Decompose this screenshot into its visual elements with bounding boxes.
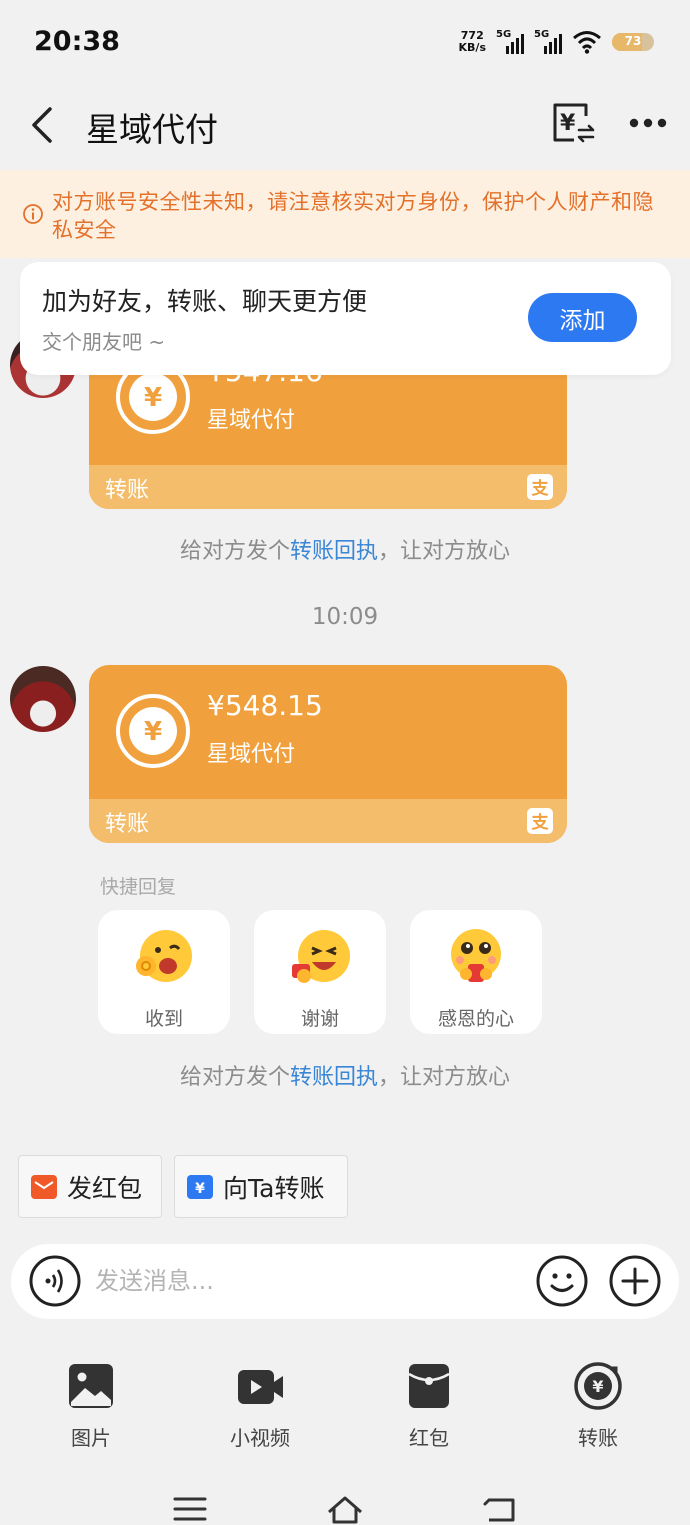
image-icon xyxy=(69,1364,113,1408)
net-speed-unit: KB/s xyxy=(458,41,486,54)
grateful-emoji-icon xyxy=(451,929,501,982)
hint-text: ，让对方放心 xyxy=(378,539,511,564)
tool-video[interactable]: 小视频 xyxy=(205,1362,315,1462)
chat-title: 星域代付 xyxy=(86,110,218,149)
transfer-icon: ¥ xyxy=(574,1362,622,1410)
receipt-link[interactable]: 转账回执 xyxy=(290,539,378,564)
net-speed: 772 KB/s xyxy=(459,30,486,54)
send-red-packet-button[interactable]: 发红包 xyxy=(18,1155,162,1218)
transfer-amount: ¥548.15 xyxy=(207,689,323,722)
red-packet-icon xyxy=(408,1364,450,1408)
transfer-yuan-icon: ¥ xyxy=(116,694,190,768)
transfer-to-ta-button[interactable]: ¥ 向Ta转账 xyxy=(174,1155,348,1218)
tool-red-packet[interactable]: 红包 xyxy=(374,1362,484,1462)
quick-reply-text: 收到 xyxy=(144,1008,183,1030)
transfer-type: 转账 xyxy=(105,812,150,837)
hint-text: ，让对方放心 xyxy=(378,1065,511,1090)
signal-icon: 5G xyxy=(496,29,524,54)
emoji-icon[interactable] xyxy=(535,1254,589,1308)
receipt-link[interactable]: 转账回执 xyxy=(290,1065,378,1090)
quick-reply-label: 快捷回复 xyxy=(100,876,177,898)
receipt-hint: 给对方发个转账回执，让对方放心 xyxy=(0,533,690,565)
status-icons: 772 KB/s 5G 5G 73 xyxy=(459,26,654,58)
transfer-payee: 星域代付 xyxy=(207,408,296,433)
signal-icon: 5G xyxy=(534,29,562,54)
video-icon xyxy=(238,1370,283,1404)
tool-transfer[interactable]: ¥ 转账 xyxy=(543,1362,653,1462)
svg-text:¥: ¥ xyxy=(144,383,162,413)
info-icon xyxy=(23,204,43,224)
hint-text: 给对方发个 xyxy=(179,539,290,564)
back-nav-icon[interactable] xyxy=(481,1494,521,1524)
ellipsis-icon[interactable] xyxy=(628,114,668,132)
receipt-hint: 给对方发个转账回执，让对方放心 xyxy=(0,1059,690,1091)
quick-reply-text: 谢谢 xyxy=(300,1008,339,1030)
add-friend-title: 加为好友，转账、聊天更方便 xyxy=(42,287,368,316)
message-time: 10:09 xyxy=(311,604,379,630)
security-warning: 对方账号安全性未知，请注意核实对方身份，保护个人财产和隐私安全 xyxy=(0,170,690,258)
svg-text:¥: ¥ xyxy=(560,111,576,136)
plus-icon[interactable] xyxy=(608,1254,662,1308)
svg-text:¥: ¥ xyxy=(592,1377,603,1396)
thanks-emoji-icon xyxy=(292,930,350,983)
quick-reply-text: 感恩的心 xyxy=(437,1008,514,1030)
signal-label: 5G xyxy=(496,29,512,40)
svg-text:¥: ¥ xyxy=(195,1181,205,1196)
message-input[interactable] xyxy=(95,1260,515,1302)
tool-image[interactable]: 图片 xyxy=(36,1362,146,1462)
red-packet-icon xyxy=(31,1174,57,1199)
avatar[interactable] xyxy=(10,666,76,732)
add-friend-subtitle: 交个朋友吧 ~ xyxy=(42,330,166,354)
tool-label: 小视频 xyxy=(230,1426,290,1450)
hint-text: 给对方发个 xyxy=(179,1065,290,1090)
battery-level: 73 xyxy=(624,34,642,48)
svg-text:支: 支 xyxy=(532,478,550,499)
transfer-icon: ¥ xyxy=(187,1174,213,1199)
ok-emoji-icon xyxy=(136,930,192,982)
alipay-icon: 支 xyxy=(527,474,553,500)
signal-label: 5G xyxy=(534,29,550,40)
tool-label: 转账 xyxy=(578,1426,618,1450)
message-input-bar xyxy=(11,1244,679,1319)
transfer-type: 转账 xyxy=(105,478,150,503)
home-icon[interactable] xyxy=(325,1494,365,1524)
warning-text: 对方账号安全性未知，请注意核实对方身份，保护个人财产和隐私安全 xyxy=(52,190,654,242)
quick-reply-received[interactable]: 收到 xyxy=(98,910,230,1034)
voice-icon[interactable] xyxy=(28,1254,82,1308)
tool-label: 图片 xyxy=(71,1426,111,1450)
transfer-label: 向Ta转账 xyxy=(223,1173,325,1203)
menu-icon[interactable] xyxy=(170,1494,210,1524)
red-packet-label: 发红包 xyxy=(67,1173,143,1203)
wifi-icon xyxy=(573,31,601,54)
transfer-card[interactable]: ¥ ¥548.15 星域代付 转账 支 xyxy=(89,665,567,843)
battery-icon: 73 xyxy=(612,33,654,51)
add-friend-card: 加为好友，转账、聊天更方便 交个朋友吧 ~ 添加 xyxy=(20,262,671,375)
tool-label: 红包 xyxy=(409,1426,449,1450)
alipay-icon: 支 xyxy=(527,808,553,834)
svg-text:¥: ¥ xyxy=(144,717,162,747)
add-friend-button[interactable]: 添加 xyxy=(528,293,637,342)
transfer-payee: 星域代付 xyxy=(207,742,296,767)
chevron-left-icon[interactable] xyxy=(26,105,66,145)
svg-text:支: 支 xyxy=(532,812,550,833)
yuan-bill-icon[interactable]: ¥ xyxy=(550,100,596,146)
status-time: 20:38 xyxy=(34,26,120,57)
quick-reply-grateful[interactable]: 感恩的心 xyxy=(410,910,542,1034)
quick-reply-thanks[interactable]: 谢谢 xyxy=(254,910,386,1034)
